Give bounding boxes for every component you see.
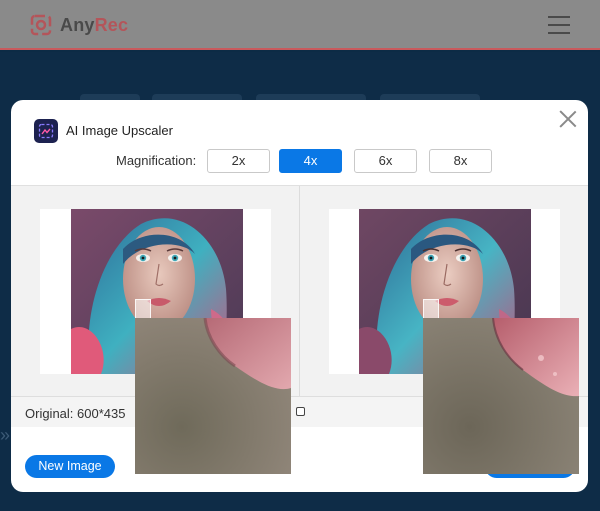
logo-text-main: Any [60,14,95,35]
zoom-loupe-original [135,318,291,474]
magnification-label: Magnification: [116,153,197,168]
anyrec-logo-icon [30,14,52,36]
site-logo[interactable]: AnyRec [30,14,128,36]
magnification-8x-button[interactable]: 8x [429,149,492,173]
site-header: AnyRec [0,0,600,50]
chevron-right-icon: » [0,425,11,445]
magnification-2x-button[interactable]: 2x [207,149,270,173]
close-icon[interactable] [559,110,577,128]
preview-divider [299,186,300,396]
original-size-label: Original: 600*435 [25,406,126,421]
modal-title: AI Image Upscaler [66,123,173,138]
hamburger-menu-icon[interactable] [548,16,570,34]
magnifier-origin-original [135,299,151,319]
logo-text-accent: Rec [94,14,129,35]
compare-checkbox[interactable] [296,407,305,416]
logo-text: AnyRec [60,15,128,36]
ai-upscaler-icon [34,119,58,143]
magnification-6x-button[interactable]: 6x [354,149,417,173]
magnifier-origin-upscaled [423,299,439,319]
magnification-4x-button[interactable]: 4x [279,149,342,173]
zoom-loupe-upscaled [423,318,579,474]
new-image-button[interactable]: New Image [25,455,115,478]
